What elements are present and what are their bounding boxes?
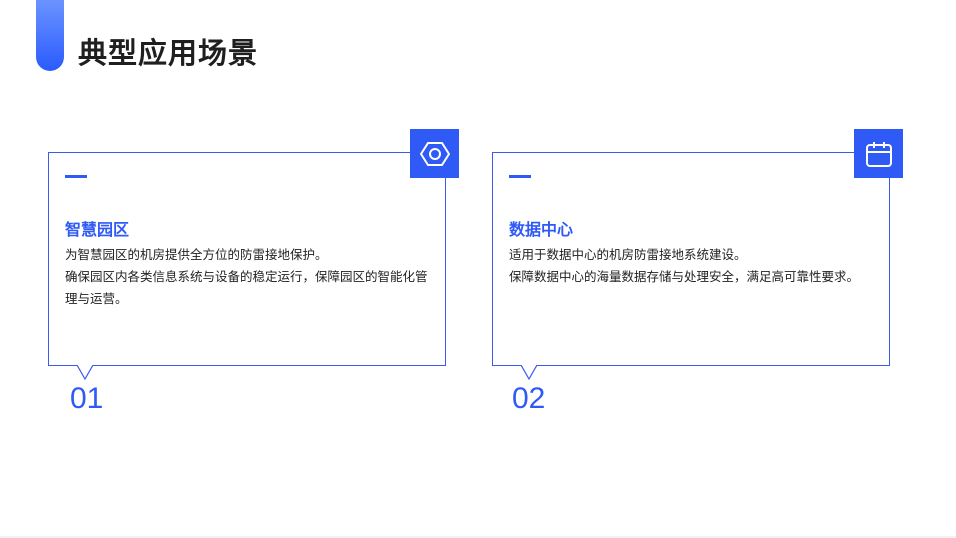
card-line: 为智慧园区的机房提供全方位的防雷接地保护。	[65, 247, 328, 262]
card-line: 保障数据中心的海量数据存储与处理安全，满足高可靠性要求。	[509, 269, 860, 284]
card-dash	[65, 175, 87, 178]
card-pointer	[521, 365, 537, 380]
card-description: 适用于数据中心的机房防雷接地系统建设。 保障数据中心的海量数据存储与处理安全，满…	[509, 244, 881, 288]
card-dash	[509, 175, 531, 178]
calendar-icon	[854, 129, 903, 178]
title-accent-bar	[36, 0, 64, 71]
scenario-card-smart-park: 智慧园区 为智慧园区的机房提供全方位的防雷接地保护。 确保园区内各类信息系统与设…	[48, 129, 459, 380]
card-description: 为智慧园区的机房提供全方位的防雷接地保护。 确保园区内各类信息系统与设备的稳定运…	[65, 244, 437, 310]
card-number: 01	[70, 382, 104, 415]
card-pointer	[77, 365, 93, 380]
card-line: 确保园区内各类信息系统与设备的稳定运行，保障园区的智能化管理与运营。	[65, 269, 428, 306]
hexagon-nut-icon	[410, 129, 459, 178]
page-title: 典型应用场景	[78, 36, 259, 70]
card-heading: 智慧园区	[65, 220, 130, 239]
scenario-card-data-center: 数据中心 适用于数据中心的机房防雷接地系统建设。 保障数据中心的海量数据存储与处…	[492, 129, 903, 380]
card-line: 适用于数据中心的机房防雷接地系统建设。	[509, 247, 747, 262]
card-number: 02	[512, 382, 546, 415]
card-heading: 数据中心	[509, 220, 574, 239]
